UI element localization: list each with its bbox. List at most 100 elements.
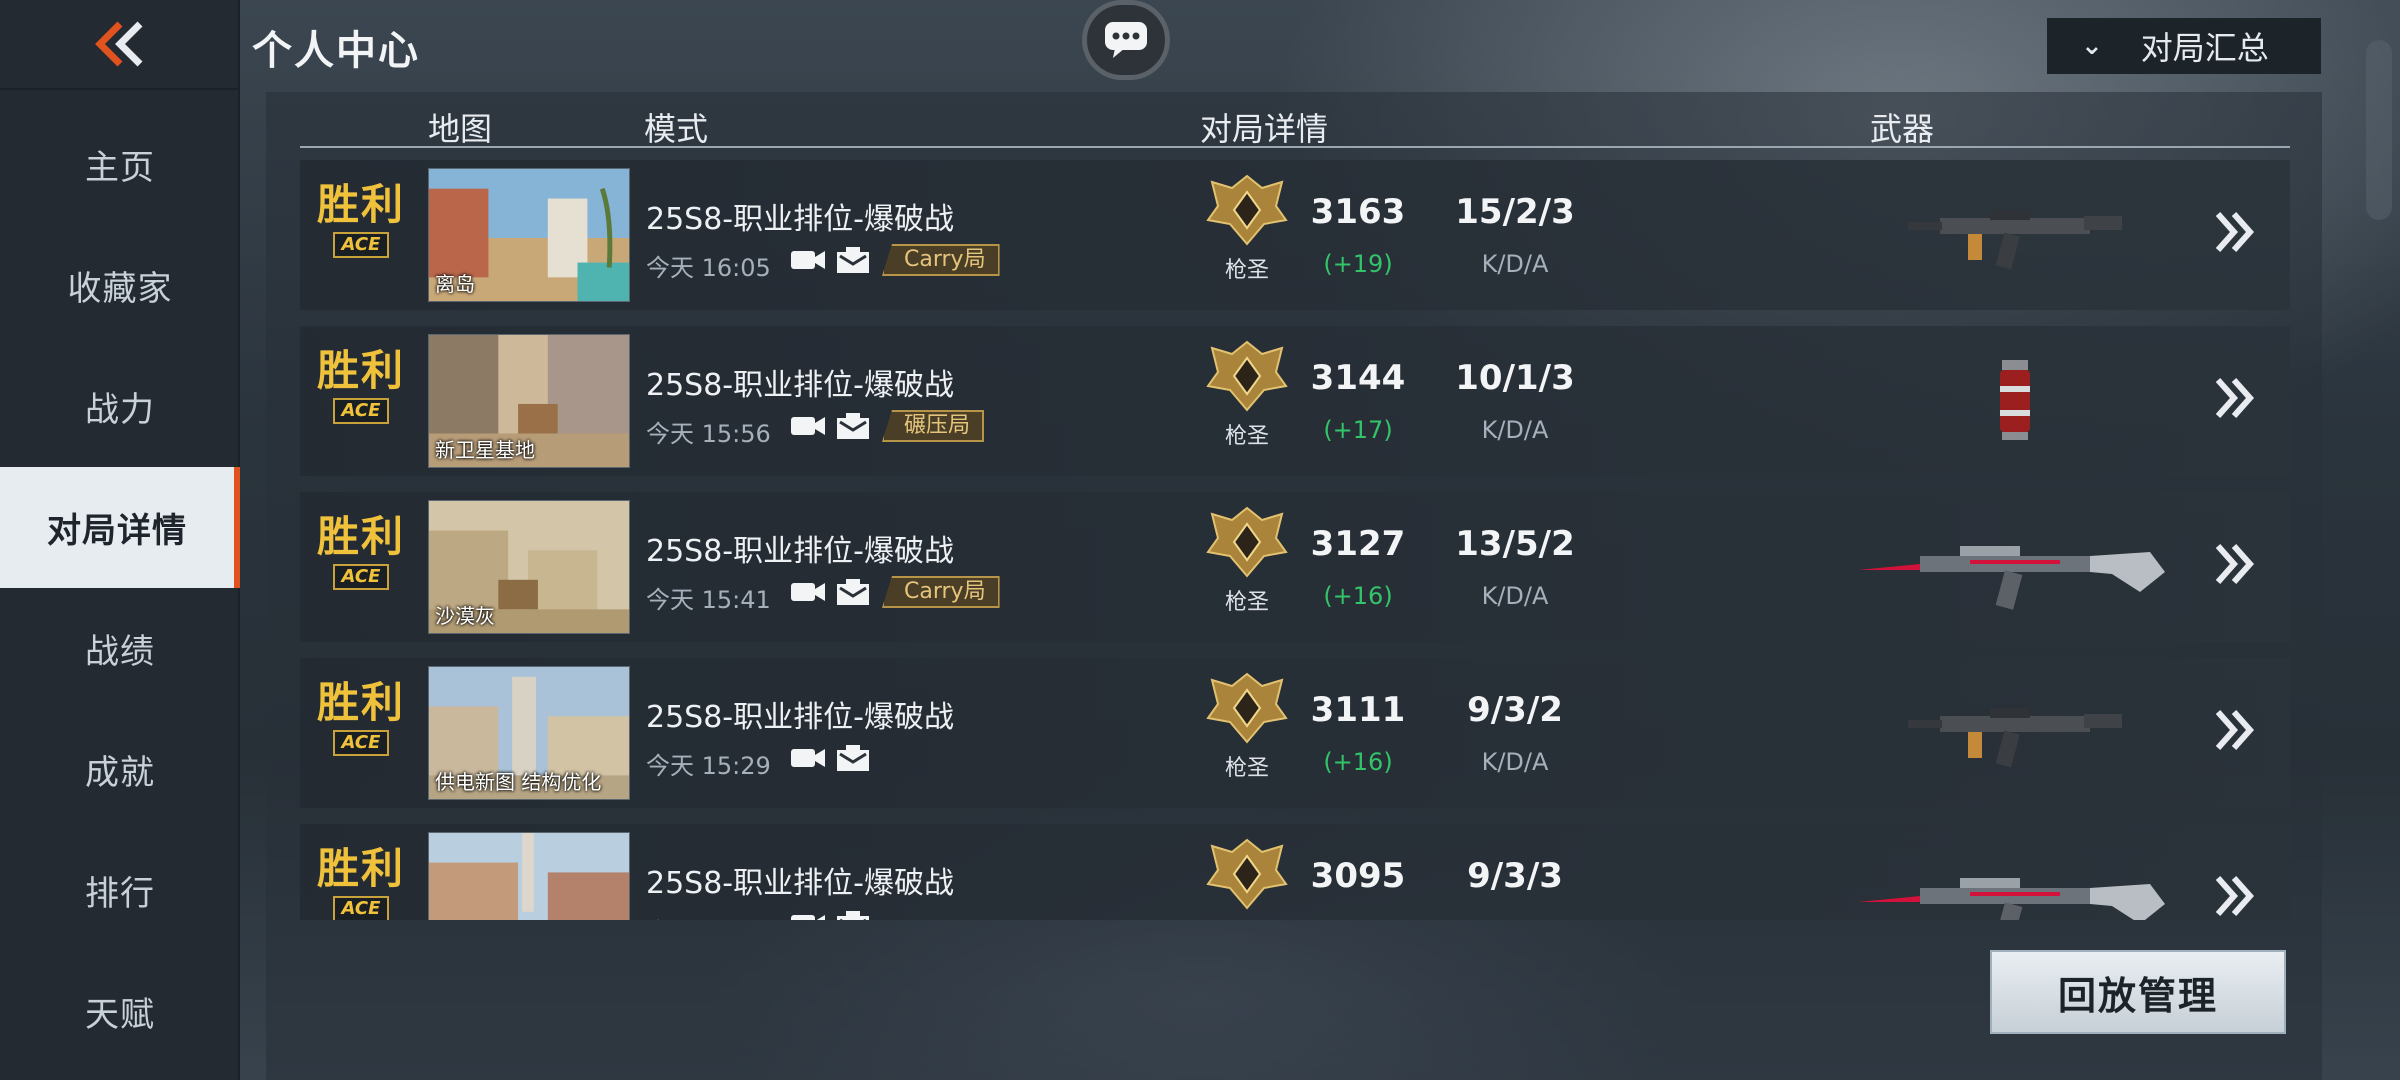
sidebar-item-home[interactable]: 主页: [0, 104, 240, 225]
page-title: 个人中心: [252, 28, 420, 74]
column-header-weapon: 武器: [1870, 110, 1935, 148]
match-time: 今天 15:41: [646, 586, 771, 614]
rank-score: 3144: [1310, 358, 1406, 398]
ace-tag: ACE: [333, 896, 389, 920]
chevron-down-icon: ⌄: [2081, 31, 2103, 61]
match-summary-dropdown[interactable]: ⌄ 对局汇总: [2047, 18, 2321, 74]
weapon-image: [1908, 210, 2122, 270]
sidebar-item-records[interactable]: 战绩: [0, 588, 240, 709]
match-row[interactable]: 胜利 ACE 离岛 25S8-职业排位-爆破战 今天 16:05 Carry局 …: [300, 160, 2290, 310]
chat-bubble-icon: [1105, 22, 1147, 58]
mode-text: 25S8-职业排位-爆破战: [646, 534, 954, 569]
match-list: 胜利 ACE 离岛 25S8-职业排位-爆破战 今天 16:05 Carry局 …: [300, 160, 2290, 920]
match-tag: Carry局: [882, 244, 1000, 276]
map-thumbnail: 离岛: [428, 168, 630, 302]
map-name: 新卫星基地: [435, 438, 535, 462]
sidebar: 主页 收藏家 战力 对局详情 战绩 成就 排行 天赋: [0, 0, 240, 1080]
sidebar-item-power[interactable]: 战力: [0, 346, 240, 467]
rank-score: 3127: [1310, 524, 1406, 564]
ace-tag: ACE: [333, 564, 389, 590]
rifle-icon: [1850, 844, 2180, 920]
mode-text: 25S8-职业排位-爆破战: [646, 700, 954, 735]
map-thumbnail: 沙漠灰: [428, 500, 630, 634]
result-badge: 胜利 ACE: [316, 678, 406, 756]
sidebar-item-talent[interactable]: 天赋: [0, 951, 240, 1072]
rank-emblem-icon: [1206, 506, 1288, 578]
rank-score: 3163: [1310, 192, 1406, 232]
score-delta: (+16): [1323, 748, 1393, 776]
result-text: 胜利: [316, 512, 405, 561]
kda-value: 13/5/2: [1455, 524, 1575, 564]
map-name: 沙漠灰: [435, 604, 495, 628]
match-time: 今天 16:05: [646, 254, 771, 282]
video-camera-icon[interactable]: [790, 912, 826, 920]
map-thumbnail: 供电新图 结构优化: [428, 666, 630, 800]
result-text: 胜利: [316, 180, 405, 229]
result-badge: 胜利 ACE: [316, 512, 406, 590]
map-image: [429, 833, 629, 920]
double-chevron-right-icon[interactable]: [2210, 202, 2260, 262]
rank-label: 枪圣: [1224, 258, 1269, 283]
smg-icon: [1850, 678, 2180, 788]
map-thumbnail: 新卫星基地: [428, 334, 630, 468]
sidebar-item-match-details[interactable]: 对局详情: [0, 467, 240, 588]
double-chevron-right-icon[interactable]: [2210, 700, 2260, 760]
supply-box-icon[interactable]: [836, 744, 870, 772]
chat-button[interactable]: [1082, 0, 1170, 80]
double-chevron-right-icon[interactable]: [2210, 534, 2260, 594]
match-summary-label: 对局汇总: [2140, 29, 2269, 67]
match-tag: 碾压局: [882, 410, 985, 442]
match-row[interactable]: 胜利 ACE 供电新图 结构优化 25S8-职业排位-爆破战 今天 15:29: [300, 658, 2290, 808]
rank-emblem-icon: [1206, 838, 1288, 910]
mode-text: 25S8-职业排位-爆破战: [646, 202, 954, 237]
kda-label: K/D/A: [1481, 748, 1549, 776]
result-text: 胜利: [316, 346, 405, 395]
kda-label: K/D/A: [1481, 582, 1549, 610]
column-header-details: 对局详情: [1200, 110, 1329, 148]
supply-box-icon[interactable]: [836, 578, 870, 606]
rifle-icon: [1850, 512, 2180, 622]
match-tag: Carry局: [882, 576, 1000, 608]
sidebar-item-achievements[interactable]: 成就: [0, 709, 240, 830]
match-time: 今天 15:17: [646, 912, 771, 920]
video-camera-icon[interactable]: [790, 746, 826, 770]
video-camera-icon[interactable]: [790, 414, 826, 438]
double-chevron-right-icon[interactable]: [2210, 866, 2260, 920]
score-delta: (+19): [1323, 250, 1393, 278]
supply-box-icon[interactable]: [836, 412, 870, 440]
supply-box-icon[interactable]: [836, 910, 870, 920]
sidebar-item-collector[interactable]: 收藏家: [0, 225, 240, 346]
mode-text: 25S8-职业排位-爆破战: [646, 368, 954, 403]
back-arrow-icon: [95, 21, 143, 67]
column-headers: 地图 模式 对局详情 武器: [300, 92, 2290, 148]
map-name: 供电新图 结构优化: [435, 770, 602, 794]
mode-text: 25S8-职业排位-爆破战: [646, 866, 954, 901]
sidebar-item-ranking[interactable]: 排行: [0, 830, 240, 951]
video-camera-icon[interactable]: [790, 580, 826, 604]
ace-tag: ACE: [333, 730, 389, 756]
rank-emblem-icon: [1206, 672, 1288, 744]
kda-value: 9/3/3: [1467, 856, 1563, 896]
match-row[interactable]: 胜利 ACE 25S8-职业排位-爆破战 今天 15:17 3: [300, 824, 2290, 920]
map-thumbnail: [428, 832, 630, 920]
match-row[interactable]: 胜利 ACE 新卫星基地 25S8-职业排位-爆破战 今天 15:56 碾压局: [300, 326, 2290, 476]
ace-tag: ACE: [333, 398, 389, 424]
double-chevron-right-icon[interactable]: [2210, 368, 2260, 428]
kda-label: K/D/A: [1481, 250, 1549, 278]
back-button[interactable]: [0, 0, 240, 90]
kda-value: 15/2/3: [1455, 192, 1575, 232]
weapon-image: [2000, 360, 2030, 440]
match-row[interactable]: 胜利 ACE 沙漠灰 25S8-职业排位-爆破战 今天 15:41 Carry局: [300, 492, 2290, 642]
scrollbar[interactable]: [2366, 40, 2392, 220]
replay-management-button[interactable]: 回放管理: [1990, 950, 2286, 1034]
match-time: 今天 15:29: [646, 752, 771, 780]
rank-label: 枪圣: [1224, 424, 1269, 449]
match-time: 今天 15:56: [646, 420, 771, 448]
video-camera-icon[interactable]: [790, 248, 826, 272]
ace-tag: ACE: [333, 232, 389, 258]
kda-value: 9/3/2: [1467, 690, 1563, 730]
result-text: 胜利: [316, 844, 405, 893]
smg-icon: [1850, 180, 2180, 290]
supply-box-icon[interactable]: [836, 246, 870, 274]
weapon-image: [1908, 708, 2122, 768]
